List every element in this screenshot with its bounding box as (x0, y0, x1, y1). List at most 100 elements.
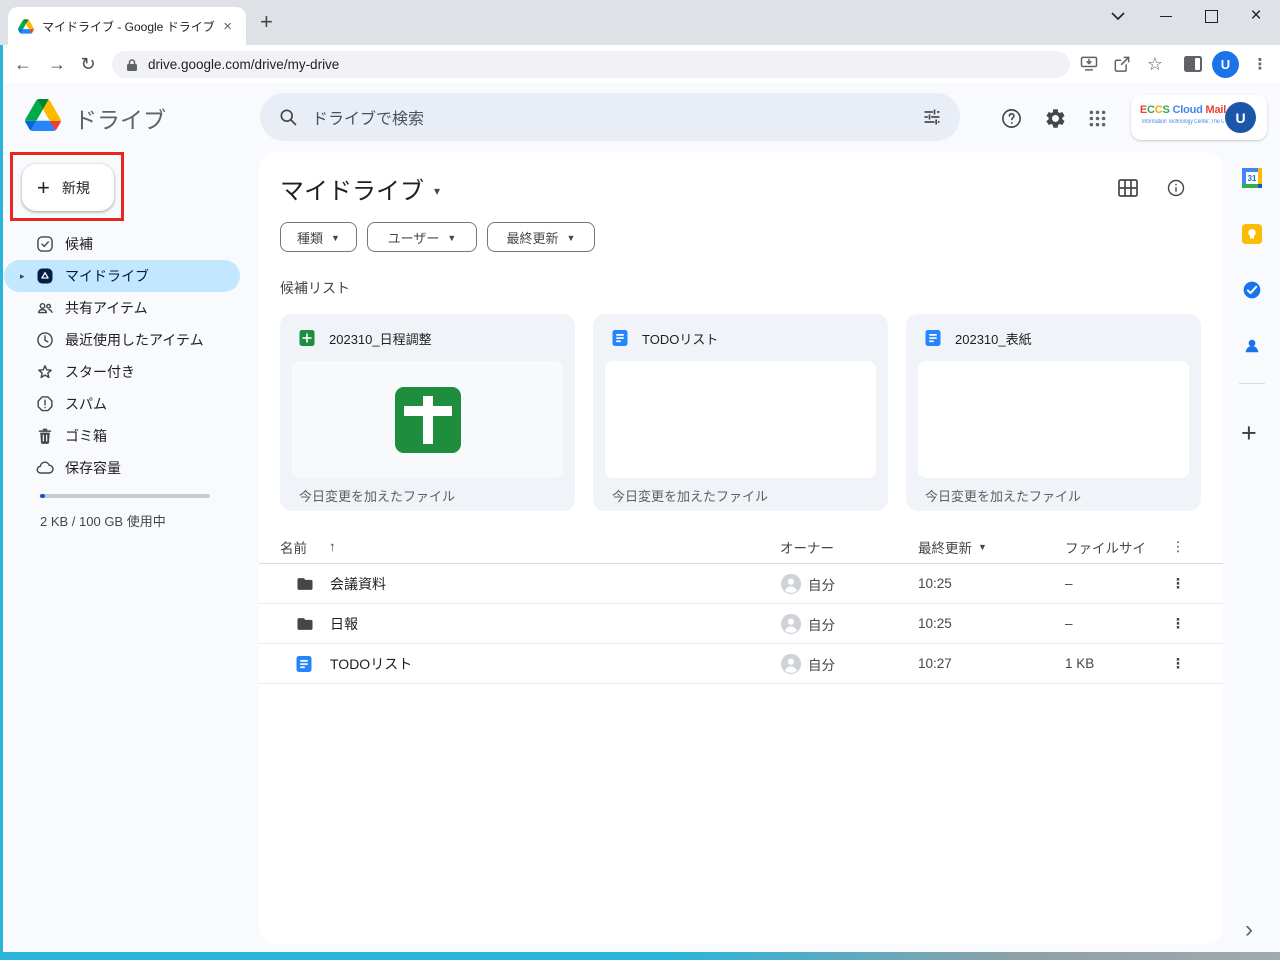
suggested-card-todo[interactable]: TODOリスト 今日変更を加えたファイル (593, 314, 888, 511)
forward-icon[interactable]: → (44, 45, 70, 83)
row-options-kebab-icon[interactable]: ⋮ (1171, 644, 1185, 683)
tasks-icon[interactable] (1242, 280, 1262, 300)
sidebar-item-label: 共有アイテム (65, 298, 148, 318)
get-addons-plus-icon[interactable]: + (1241, 418, 1257, 449)
filter-chip-label: ユーザー (388, 228, 440, 247)
filter-chip-people[interactable]: ユーザー ▼ (367, 222, 477, 252)
docs-file-icon (611, 329, 629, 347)
column-header-modified[interactable]: 最終更新 ▼ (918, 530, 987, 563)
settings-gear-icon[interactable] (1041, 104, 1069, 132)
search-placeholder: ドライブで検索 (312, 105, 922, 129)
info-icon[interactable] (1164, 176, 1188, 200)
suggested-heading: 候補リスト (280, 278, 350, 298)
browser-tabstrip: マイドライブ - Google ドライブ × + × (0, 0, 1280, 45)
reload-icon[interactable]: ↻ (75, 45, 101, 83)
side-panel-icon[interactable] (1178, 45, 1208, 83)
url-bar[interactable]: drive.google.com/drive/my-drive (112, 51, 1070, 78)
sidebar-item-trash[interactable]: ゴミ箱 (4, 420, 240, 452)
docs-file-icon (295, 644, 313, 683)
drive-profile-avatar[interactable]: U (1225, 102, 1256, 133)
filter-chip-modified[interactable]: 最終更新 ▼ (487, 222, 595, 252)
card-preview (918, 361, 1189, 478)
eccs-logo-title: ECCS Cloud Mail (1137, 104, 1229, 116)
browser-menu-kebab-icon[interactable]: ⋮ (1245, 45, 1275, 83)
clock-icon (35, 330, 55, 350)
share-icon[interactable] (1107, 45, 1137, 83)
browser-profile-avatar[interactable]: U (1212, 51, 1239, 78)
card-file-name: 202310_表紙 (955, 329, 1032, 348)
column-header-name[interactable]: 名前 (280, 530, 307, 563)
sidebar-item-shared[interactable]: 共有アイテム (4, 292, 240, 324)
table-row[interactable]: TODOリスト 自分 10:27 1 KB ⋮ (259, 644, 1223, 684)
download-icon[interactable] (1074, 45, 1104, 83)
card-preview (292, 361, 563, 478)
sidebar-item-spam[interactable]: スパム (4, 388, 240, 420)
apps-grid-icon[interactable] (1083, 104, 1111, 132)
owner-name: 自分 (808, 564, 835, 603)
sort-ascending-icon[interactable]: ↑ (329, 530, 336, 563)
table-row[interactable]: 日報 自分 10:25 – ⋮ (259, 604, 1223, 644)
window-close-button[interactable]: × (1233, 0, 1279, 32)
sidebar-item-starred[interactable]: スター付き (4, 356, 240, 388)
sidebar-item-label: ゴミ箱 (65, 426, 107, 446)
row-options-kebab-icon[interactable]: ⋮ (1171, 604, 1185, 643)
contacts-icon[interactable] (1242, 336, 1262, 356)
trash-icon (35, 426, 55, 446)
window-maximize-button[interactable] (1188, 0, 1234, 32)
people-icon (35, 298, 55, 318)
sidebar-item-storage[interactable]: 保存容量 (4, 452, 240, 484)
card-caption: 今日変更を加えたファイル (925, 486, 1081, 505)
window-minimize-button[interactable] (1143, 0, 1189, 32)
expand-triangle-icon[interactable]: ▸ (20, 271, 25, 282)
owner-avatar (780, 564, 802, 603)
owner-name: 自分 (808, 644, 835, 683)
back-icon[interactable]: ← (10, 45, 36, 83)
sidebar-item-label: 候補 (65, 234, 93, 254)
help-icon[interactable] (997, 104, 1025, 132)
tab-search-chevron-icon[interactable] (1095, 0, 1141, 32)
sheets-file-icon (298, 329, 316, 347)
chevron-down-icon[interactable]: ▾ (434, 184, 440, 198)
file-size: – (1065, 564, 1073, 603)
grid-view-icon[interactable] (1116, 176, 1140, 200)
owner-avatar (780, 604, 802, 643)
file-table-header: 名前 ↑ オーナー 最終更新 ▼ ファイルサイ ⋮ (259, 530, 1223, 564)
card-caption: 今日変更を加えたファイル (299, 486, 455, 505)
owner-name: 自分 (808, 604, 835, 643)
column-header-owner[interactable]: オーナー (780, 530, 834, 563)
keep-icon[interactable] (1242, 224, 1262, 244)
search-options-tune-icon[interactable] (922, 107, 942, 127)
sidebar-item-suggested[interactable]: 候補 (4, 228, 240, 260)
file-name: 会議資料 (330, 564, 386, 603)
screenshare-border-bottom (0, 952, 1280, 960)
rail-divider (1239, 383, 1265, 384)
file-name: 日報 (330, 604, 358, 643)
tab-close-icon[interactable]: × (219, 18, 236, 35)
tab-title: マイドライブ - Google ドライブ (42, 18, 219, 35)
search-input[interactable]: ドライブで検索 (260, 93, 960, 141)
chevron-down-icon: ▼ (978, 542, 987, 552)
table-options-kebab-icon[interactable]: ⋮ (1171, 530, 1185, 563)
show-side-panel-chevron-icon[interactable]: › (1245, 916, 1253, 944)
sidebar-item-recent[interactable]: 最近使用したアイテム (4, 324, 240, 356)
sidebar-item-label: マイドライブ (65, 266, 149, 286)
new-tab-button[interactable]: + (260, 9, 273, 35)
column-header-size[interactable]: ファイルサイ (1065, 530, 1146, 563)
filter-chip-type[interactable]: 種類 ▼ (280, 222, 357, 252)
table-row[interactable]: 会議資料 自分 10:25 – ⋮ (259, 564, 1223, 604)
docs-file-icon (924, 329, 942, 347)
suggested-card-schedule[interactable]: 202310_日程調整 今日変更を加えたファイル (280, 314, 575, 511)
page-title[interactable]: マイドライブ (280, 171, 424, 206)
chevron-down-icon: ▼ (567, 233, 576, 243)
drive-logo-icon[interactable] (25, 99, 61, 136)
sidebar-item-my-drive[interactable]: ▸ マイドライブ (4, 260, 240, 292)
browser-tab[interactable]: マイドライブ - Google ドライブ × (8, 7, 246, 45)
my-drive-icon (35, 266, 55, 286)
suggested-card-cover[interactable]: 202310_表紙 今日変更を加えたファイル (906, 314, 1201, 511)
eccs-logo-subtitle: Information Technology Center, The Unive… (1142, 119, 1224, 125)
chevron-down-icon: ▼ (447, 233, 456, 243)
bookmark-star-icon[interactable]: ☆ (1140, 45, 1170, 83)
row-options-kebab-icon[interactable]: ⋮ (1171, 564, 1185, 603)
calendar-icon[interactable]: 31 (1242, 168, 1262, 188)
card-file-name: TODOリスト (642, 329, 718, 348)
